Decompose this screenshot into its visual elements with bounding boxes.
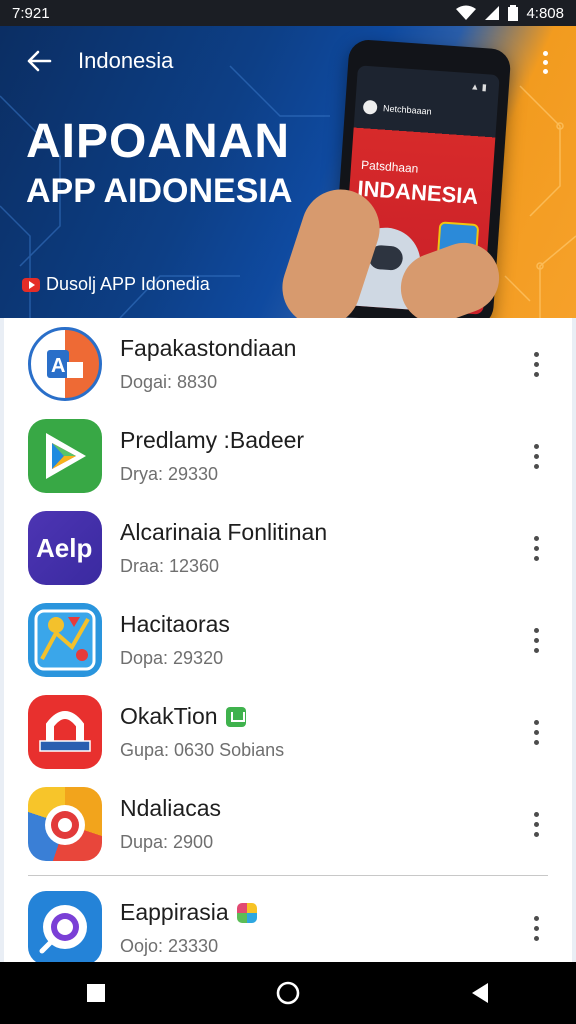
- app-name: OkakTion: [120, 703, 246, 730]
- overflow-menu-button[interactable]: [532, 44, 558, 80]
- more-options-button[interactable]: [526, 622, 546, 658]
- phone-header: Netchbaaan: [362, 99, 432, 119]
- app-meta: Dupa: 2900: [120, 832, 214, 852]
- list-item[interactable]: Predlamy :Badeer Drya: 29330: [4, 410, 572, 502]
- status-time: 7:921: [12, 4, 50, 22]
- app-list: A Fapakastondiaan Dogai: 8830 Predlamy :…: [0, 318, 576, 965]
- app-name: Eappirasia: [120, 899, 257, 926]
- back-button[interactable]: [0, 26, 78, 96]
- triangle-back-icon: [472, 983, 488, 1003]
- app-meta: Dopa: 29320: [120, 648, 224, 668]
- circle-icon: [276, 981, 300, 1005]
- app-name-text: OkakTion: [120, 703, 218, 729]
- status-icons: 4:808: [456, 5, 564, 22]
- app-name: Alcarinaia Fonlitinan: [120, 519, 328, 545]
- app-name: Predlamy :Badeer: [120, 427, 305, 453]
- svg-text:Aelp: Aelp: [36, 533, 92, 563]
- ap-logo-icon: A: [28, 327, 102, 401]
- more-vert-icon: [542, 50, 548, 56]
- status-bar: 7:921 4:808: [0, 0, 576, 26]
- back-nav-button[interactable]: [450, 963, 510, 1023]
- more-vert-icon: [533, 351, 539, 357]
- app-meta: Gupa: 0630 Sobians: [120, 740, 285, 760]
- system-nav-bar: [0, 962, 576, 1024]
- battery-text: 4:808: [526, 4, 564, 22]
- play-badge-icon: [22, 277, 40, 292]
- more-vert-icon: [533, 811, 539, 817]
- app-meta: Drya: 29330: [120, 464, 219, 484]
- phone-label-small: Patsdhaan: [360, 157, 419, 176]
- arrow-back-icon: [27, 50, 52, 72]
- recents-button[interactable]: [66, 963, 126, 1023]
- hero-subtitle-text: Dusolj APP Idonedia: [46, 274, 210, 294]
- more-options-button[interactable]: [526, 346, 546, 382]
- app-bar-title: Indonesia: [78, 48, 174, 73]
- green-badge-icon: [225, 706, 246, 727]
- app-meta: Oojo: 23330: [120, 936, 219, 956]
- more-vert-icon: [533, 915, 539, 921]
- list-item[interactable]: Hacitaoras Dopa: 29320: [4, 594, 572, 686]
- more-options-button[interactable]: [526, 714, 546, 750]
- phone-avatar-icon: [362, 99, 378, 115]
- list-item[interactable]: Aelp Alcarinaia Fonlitinan Draa: 12360: [4, 502, 572, 594]
- signal-icon: [485, 6, 500, 20]
- more-options-button[interactable]: [526, 910, 546, 946]
- svg-text:A: A: [51, 355, 65, 377]
- app-name: Hacitaoras: [120, 611, 230, 637]
- shop-arch-icon: [28, 695, 102, 769]
- multicolor-badge-icon: [236, 902, 257, 923]
- phone-label-big: INDANESIA: [356, 175, 480, 209]
- app-meta: Dogai: 8830: [120, 372, 218, 392]
- more-options-button[interactable]: [526, 530, 546, 566]
- square-icon: [87, 984, 105, 1002]
- aelp-icon: Aelp: [28, 511, 102, 585]
- app-meta: Draa: 12360: [120, 556, 220, 576]
- more-vert-icon: [533, 443, 539, 449]
- list-item[interactable]: OkakTion Gupa: 0630 Sobians: [4, 686, 572, 778]
- hero-title-secondary: APP AIDONESIA: [26, 172, 293, 210]
- wifi-icon: [456, 5, 477, 20]
- hero-title: AIPOANAN: [26, 115, 291, 168]
- app-name: Fapakastondiaan: [120, 335, 297, 361]
- list-item[interactable]: Eappirasia Oojo: 23330: [4, 882, 572, 974]
- more-options-button[interactable]: [526, 806, 546, 842]
- more-vert-icon: [533, 719, 539, 725]
- battery-icon: [508, 5, 519, 21]
- app-name: Ndaliacas: [120, 795, 221, 821]
- list-item[interactable]: Ndaliacas Dupa: 2900: [4, 778, 572, 870]
- search-circle-icon: [28, 891, 102, 965]
- map-drawing-icon: [28, 603, 102, 677]
- hero-subtitle: Dusolj APP Idonedia: [22, 274, 210, 295]
- play-store-icon: [28, 419, 102, 493]
- app-bar: Indonesia: [0, 26, 576, 96]
- target-colorful-icon: [28, 787, 102, 861]
- more-options-button[interactable]: [526, 438, 546, 474]
- list-item[interactable]: A Fapakastondiaan Dogai: 8830: [4, 318, 572, 410]
- more-vert-icon: [533, 535, 539, 541]
- hero-banner: Indonesia AIPOANAN APP AIDONESIA Dusolj …: [0, 26, 576, 318]
- list-divider: [28, 875, 548, 876]
- app-name-text: Eappirasia: [120, 899, 229, 925]
- more-vert-icon: [533, 627, 539, 633]
- home-button[interactable]: [258, 963, 318, 1023]
